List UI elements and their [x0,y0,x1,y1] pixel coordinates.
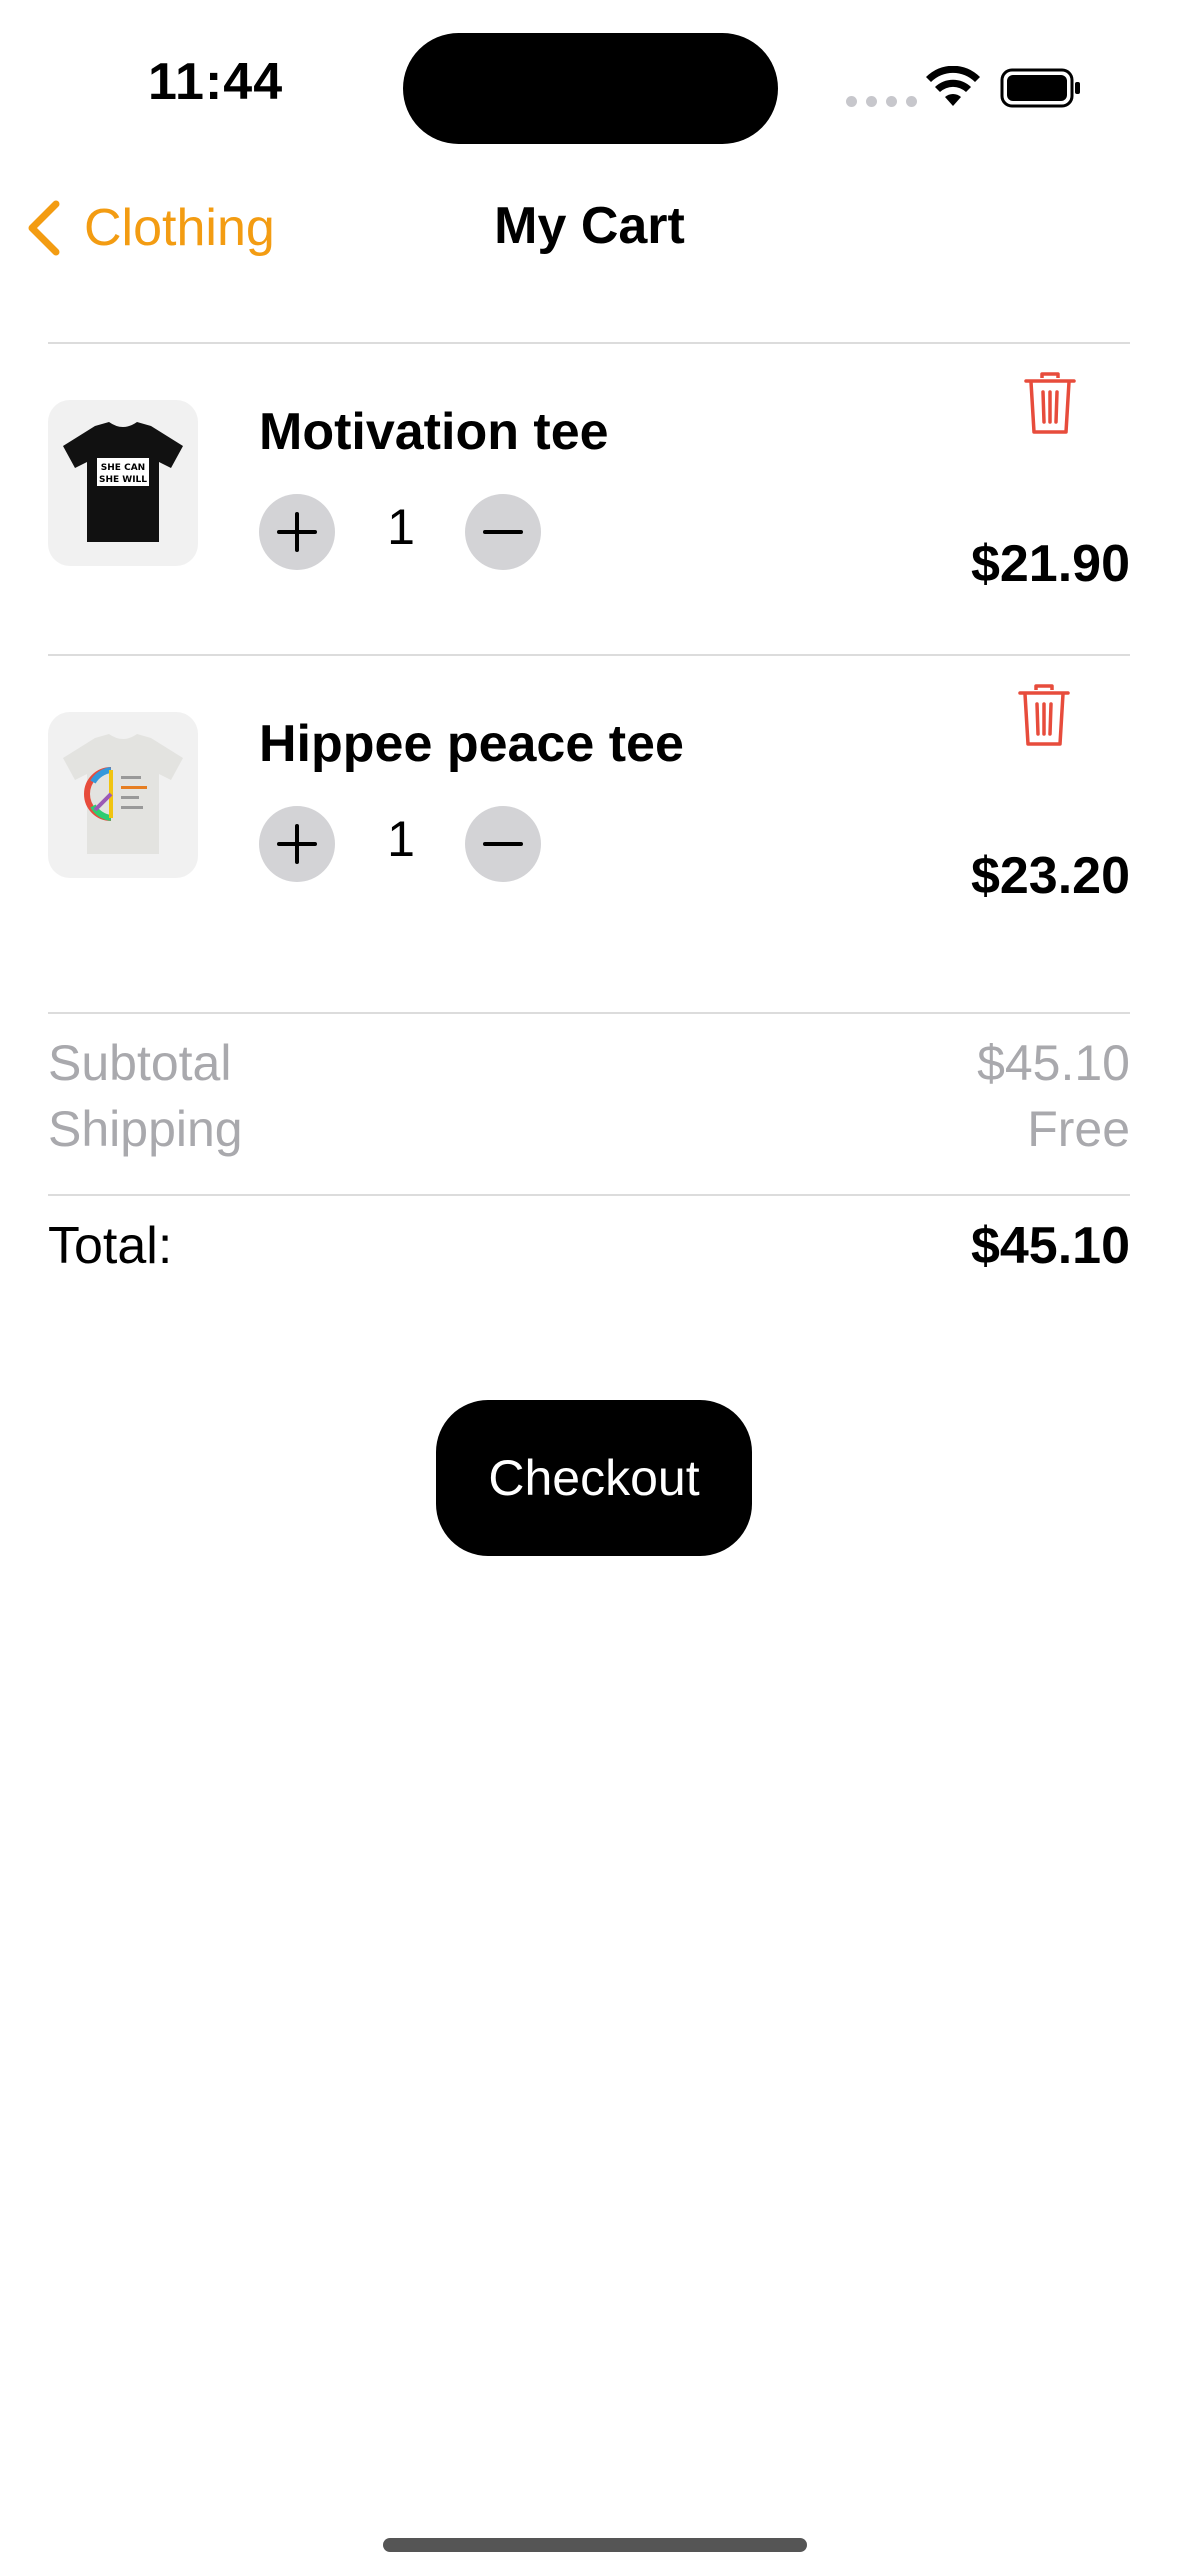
subtotal-row: Subtotal $45.10 [48,1034,1130,1092]
total-value: $45.10 [970,1217,1130,1275]
trash-icon [1018,684,1070,746]
delete-item-button[interactable] [1022,372,1078,436]
minus-icon [483,530,523,534]
item-name: Hippee peace tee [259,715,684,773]
item-quantity: 1 [387,811,415,867]
wifi-icon [926,66,980,106]
minus-icon [483,842,523,846]
increase-quantity-button[interactable] [259,806,335,882]
cart-item: Hippee peace tee 1 $23.20 [48,656,1130,962]
item-price: $21.90 [970,535,1130,593]
subtotal-value: $45.10 [977,1035,1130,1091]
black-tshirt-icon: SHE CAN SHE WILL [63,422,183,542]
item-quantity: 1 [387,499,415,555]
product-thumbnail[interactable]: SHE CAN SHE WILL [48,400,198,566]
tshirt-print-line-1: SHE CAN [101,463,145,473]
subtotal-label: Subtotal [48,1035,232,1091]
battery-icon [1000,68,1080,108]
dynamic-island [403,33,778,144]
increase-quantity-button[interactable] [259,494,335,570]
item-price: $23.20 [970,847,1130,905]
home-indicator [383,2538,807,2552]
decrease-quantity-button[interactable] [465,806,541,882]
page-title: My Cart [494,197,685,255]
delete-item-button[interactable] [1016,684,1072,748]
total-row: Total: $45.10 [48,1216,1130,1276]
plus-icon [277,824,317,864]
status-time: 11:44 [148,53,284,111]
shipping-label: Shipping [48,1101,243,1157]
shipping-row: Shipping Free [48,1100,1130,1158]
cart-item: SHE CAN SHE WILL Motivation tee 1 $21.90 [48,344,1130,650]
shipping-value: Free [1027,1101,1130,1157]
total-label: Total: [48,1217,173,1275]
tshirt-print-line-2: SHE WILL [99,475,147,485]
white-tshirt-peace-icon [63,734,183,854]
cellular-signal-icon [846,96,917,107]
divider [48,1012,1130,1014]
trash-icon [1024,372,1076,434]
decrease-quantity-button[interactable] [465,494,541,570]
product-thumbnail[interactable] [48,712,198,878]
item-name: Motivation tee [259,403,609,461]
divider [48,1194,1130,1196]
checkout-button[interactable]: Checkout [436,1400,752,1556]
plus-icon [277,512,317,552]
